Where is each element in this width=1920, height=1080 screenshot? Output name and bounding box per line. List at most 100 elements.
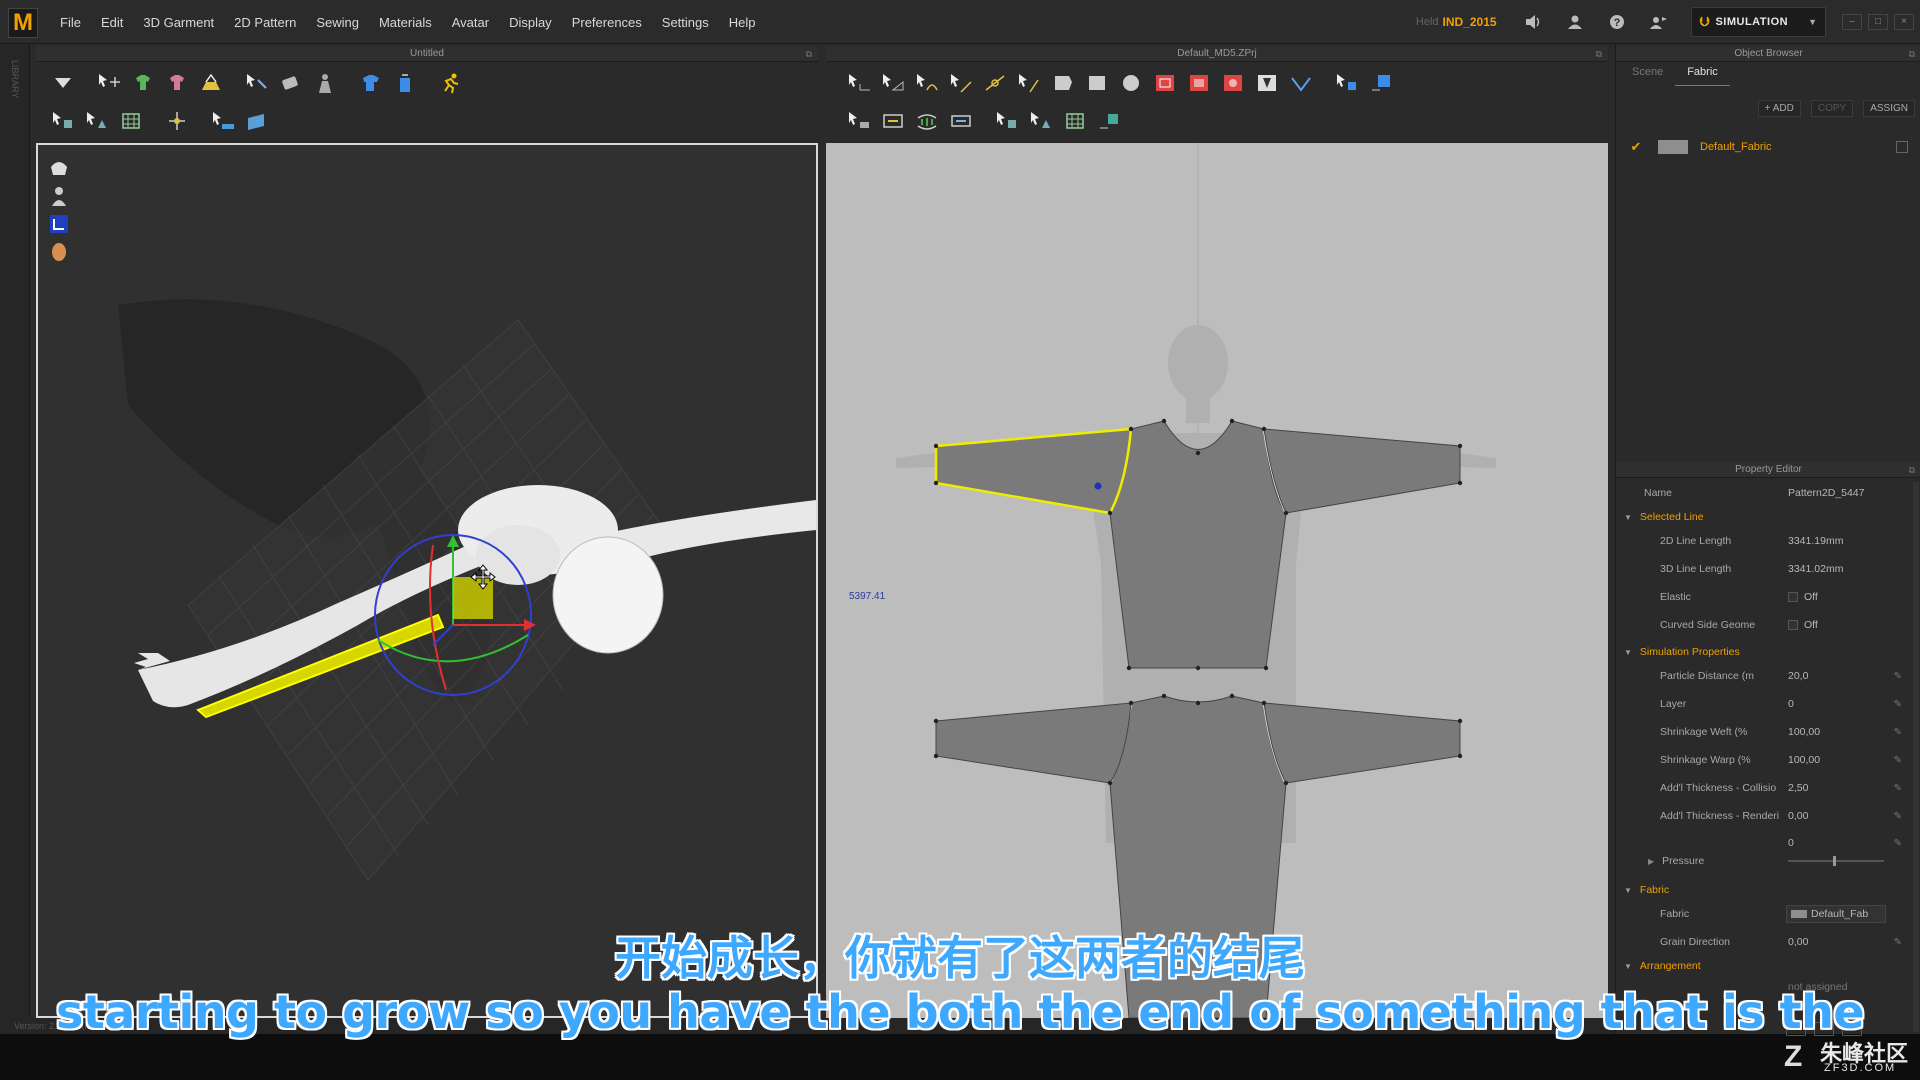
avatar-body-icon[interactable]: [48, 185, 70, 207]
undock-browser-icon[interactable]: ⧉: [1909, 46, 1915, 62]
undock-property-icon[interactable]: ⧉: [1909, 462, 1915, 478]
pattern-sleeve-right-top[interactable]: [1263, 428, 1461, 514]
section-simulation-properties[interactable]: ▼ Simulation Properties: [1624, 642, 1740, 662]
arrangement-point-icon[interactable]: [390, 70, 420, 96]
edit-pencil-icon[interactable]: ✎: [1894, 755, 1902, 766]
add-point-icon[interactable]: [980, 70, 1010, 96]
tab-fabric[interactable]: Fabric: [1675, 64, 1730, 86]
grid-mesh-icon[interactable]: [116, 108, 146, 134]
edit-curvature-icon[interactable]: [912, 70, 942, 96]
translate-plane-handle[interactable]: [453, 577, 493, 619]
pattern-sleeve-right-bottom[interactable]: [1263, 702, 1461, 784]
menu-3d-garment[interactable]: 3D Garment: [143, 15, 214, 30]
run-simulation-icon[interactable]: [436, 70, 466, 96]
app-logo[interactable]: M: [8, 8, 38, 38]
segment-sewing-icon[interactable]: [878, 108, 908, 134]
internal-polygon-icon[interactable]: [1150, 70, 1180, 96]
select-mesh-icon[interactable]: [48, 108, 78, 134]
menu-file[interactable]: File: [60, 15, 81, 30]
menu-edit[interactable]: Edit: [101, 15, 123, 30]
curve-point-icon[interactable]: [946, 70, 976, 96]
close-button[interactable]: ×: [1894, 14, 1914, 30]
menu-avatar[interactable]: Avatar: [452, 15, 489, 30]
prop-value[interactable]: 2,50: [1788, 782, 1808, 794]
pressure-label-wrap[interactable]: ▶ Pressure: [1648, 855, 1768, 867]
edit-pencil-icon[interactable]: ✎: [1894, 838, 1902, 849]
garment-pink-icon[interactable]: [162, 70, 192, 96]
measure-tool-icon[interactable]: [208, 108, 238, 134]
elastic-checkbox[interactable]: [1788, 592, 1798, 603]
internal-rectangle-icon[interactable]: [1184, 70, 1214, 96]
arrangement-blue-icon[interactable]: [356, 70, 386, 96]
transform-2d-icon[interactable]: [844, 70, 874, 96]
transform-pattern-icon[interactable]: [94, 70, 124, 96]
pressure-slider-thumb[interactable]: [1833, 856, 1836, 866]
pressure-value[interactable]: 0: [1788, 837, 1794, 849]
pressure-slider-track[interactable]: [1788, 860, 1884, 862]
avatar-skin-icon[interactable]: [48, 241, 70, 263]
pin-tool-icon[interactable]: [242, 70, 272, 96]
simulation-mode-dropdown[interactable]: ⮋ SIMULATION ▼: [1690, 7, 1826, 37]
texture-2d-icon[interactable]: [1094, 108, 1124, 134]
duplicate-icon[interactable]: [1896, 141, 1908, 153]
prop-value[interactable]: 0,00: [1788, 810, 1808, 822]
library-strip[interactable]: LIBRARY: [0, 44, 30, 1034]
multi-sewing-icon[interactable]: [946, 108, 976, 134]
viewport-2d[interactable]: 5397.41: [826, 143, 1608, 1018]
edit-pencil-icon[interactable]: ✎: [1894, 783, 1902, 794]
selected-point[interactable]: [1094, 482, 1102, 490]
edit-mesh-2d-icon[interactable]: [1026, 108, 1056, 134]
undock-icon[interactable]: ⧉: [806, 46, 812, 62]
edit-pencil-icon[interactable]: ✎: [1894, 727, 1902, 738]
menu-display[interactable]: Display: [509, 15, 552, 30]
menu-settings[interactable]: Settings: [662, 15, 709, 30]
edit-pencil-icon[interactable]: ✎: [1894, 671, 1902, 682]
pattern-sleeve-left-selected[interactable]: [934, 427, 1133, 515]
texture-display-icon[interactable]: [48, 213, 70, 235]
tab-scene[interactable]: Scene: [1620, 64, 1675, 86]
prop-value[interactable]: 100,00: [1788, 726, 1820, 738]
copy-fabric-button[interactable]: COPY: [1810, 100, 1854, 117]
prop-value[interactable]: 0: [1788, 698, 1794, 710]
prop-toggle-wrap[interactable]: Off: [1788, 591, 1818, 603]
free-sewing-icon[interactable]: [912, 108, 942, 134]
edit-point-icon[interactable]: [878, 70, 908, 96]
edit-sewing-icon[interactable]: [844, 108, 874, 134]
pattern-arrange-icon[interactable]: [1332, 70, 1362, 96]
grid-2d-icon[interactable]: [1060, 108, 1090, 134]
curved-side-checkbox[interactable]: [1788, 620, 1798, 631]
down-arrow-tool-icon[interactable]: [48, 70, 78, 96]
edit-pencil-icon[interactable]: ✎: [1894, 811, 1902, 822]
garment-select-icon[interactable]: [128, 70, 158, 96]
internal-circle-icon[interactable]: [1218, 70, 1248, 96]
volume-icon[interactable]: [1523, 12, 1543, 32]
share-icon[interactable]: [1649, 12, 1669, 32]
viewport-3d[interactable]: [36, 143, 818, 1018]
prop-value[interactable]: 100,00: [1788, 754, 1820, 766]
fabric-list-item[interactable]: ✔ Default_Fabric: [1624, 136, 1914, 158]
edit-pencil-icon[interactable]: ✎: [1894, 699, 1902, 710]
minimize-button[interactable]: –: [1842, 14, 1862, 30]
rectangle-icon[interactable]: [1082, 70, 1112, 96]
pattern-front[interactable]: [1108, 420, 1288, 669]
edit-line-icon[interactable]: [1014, 70, 1044, 96]
trace-icon[interactable]: [1286, 70, 1316, 96]
prop-value[interactable]: 3341.19mm: [1788, 535, 1843, 547]
section-fabric[interactable]: ▼ Fabric: [1624, 880, 1669, 900]
circle-icon[interactable]: [1116, 70, 1146, 96]
polygon-icon[interactable]: [1048, 70, 1078, 96]
menu-2d-pattern[interactable]: 2D Pattern: [234, 15, 296, 30]
flat-panel-icon[interactable]: [242, 108, 272, 134]
sync-pattern-icon[interactable]: [1366, 70, 1396, 96]
select-mesh-2d-icon[interactable]: [992, 108, 1022, 134]
help-icon[interactable]: ?: [1607, 12, 1627, 32]
menu-preferences[interactable]: Preferences: [572, 15, 642, 30]
prop-toggle-wrap[interactable]: Off: [1788, 619, 1818, 631]
user-icon[interactable]: [1565, 12, 1585, 32]
avatar-select-icon[interactable]: [310, 70, 340, 96]
add-fabric-button[interactable]: + ADD: [1757, 100, 1801, 117]
maximize-button[interactable]: □: [1868, 14, 1888, 30]
menu-materials[interactable]: Materials: [379, 15, 432, 30]
undock-2d-icon[interactable]: ⧉: [1596, 46, 1602, 62]
prop-value[interactable]: 20,0: [1788, 670, 1808, 682]
